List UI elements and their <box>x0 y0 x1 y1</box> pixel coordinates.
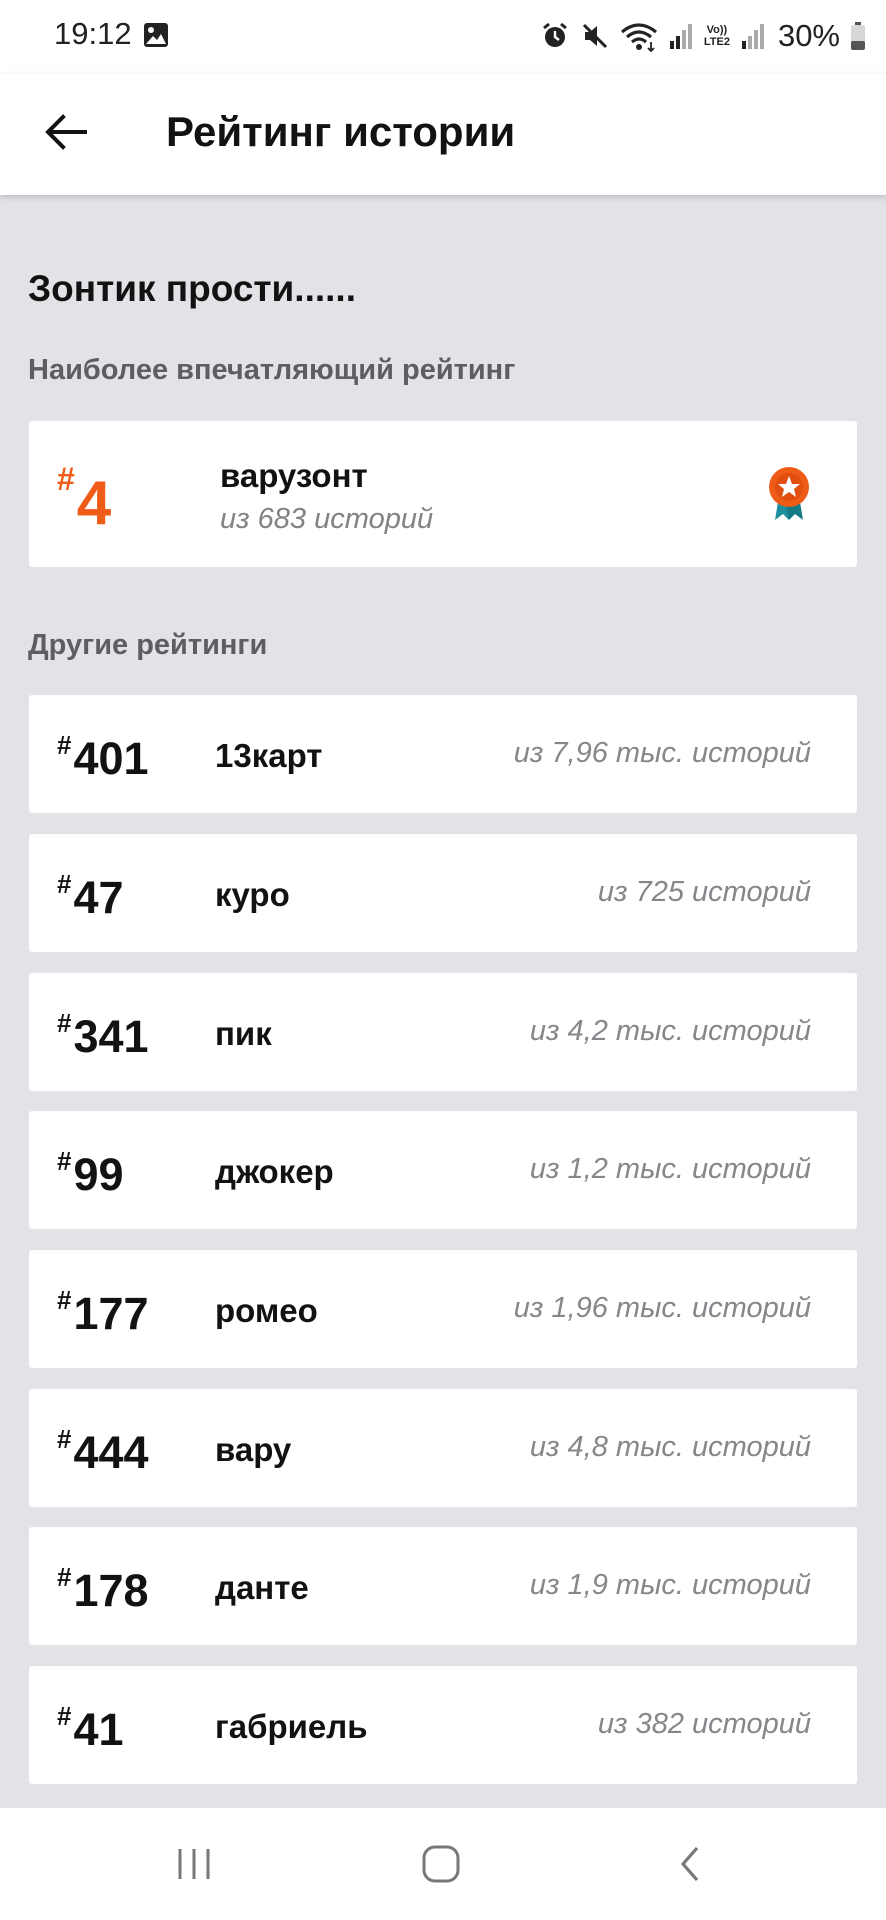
status-icons: Vo)) LTE2 30% <box>540 14 866 58</box>
ranking-row[interactable]: #341 пик из 4,2 тыс. историй <box>29 973 857 1091</box>
highlight-rank: # 4 <box>57 461 112 538</box>
tag-name: пик <box>215 1015 272 1052</box>
tag-name: джокер <box>215 1153 334 1190</box>
rank: #178 <box>57 1562 149 1616</box>
rank: #47 <box>57 869 124 923</box>
gallery-notification-icon <box>144 23 168 47</box>
back-chevron-icon <box>680 1846 699 1882</box>
rank: #99 <box>57 1146 124 1200</box>
ranking-row[interactable]: #444 вару из 4,8 тыс. историй <box>29 1389 857 1507</box>
medal-star-icon <box>769 467 809 520</box>
story-count: из 1,2 тыс. историй <box>529 1153 811 1185</box>
status-time: 19:12 <box>54 16 132 51</box>
tag-name: 13карт <box>215 737 323 774</box>
tag-name: габриель <box>215 1708 368 1745</box>
tag-name: данте <box>215 1569 309 1606</box>
battery-percentage: 30% <box>777 18 840 53</box>
home-icon <box>422 1845 460 1883</box>
story-count: из 7,96 тыс. историй <box>513 737 811 769</box>
story-count: из 382 историй <box>597 1708 811 1740</box>
rank: #341 <box>57 1008 149 1062</box>
arrow-left-icon <box>45 114 87 150</box>
highlight-ranking-card[interactable]: # 4 варузонт из 683 историй <box>29 421 857 567</box>
signal-2-icon <box>741 24 764 49</box>
rank: #41 <box>57 1701 124 1755</box>
tag-name: вару <box>215 1431 292 1468</box>
recents-icon <box>178 1849 210 1879</box>
volte-indicator: Vo)) LTE2 <box>703 24 730 48</box>
recents-button[interactable] <box>154 1836 234 1892</box>
ranking-row[interactable]: #401 13карт из 7,96 тыс. историй <box>29 695 857 813</box>
story-count: из 1,9 тыс. историй <box>529 1569 811 1601</box>
highlight-story-count: из 683 историй <box>220 503 434 535</box>
tag-name: куро <box>215 876 290 913</box>
story-count: из 725 историй <box>597 876 811 908</box>
highlight-rank-number: 4 <box>76 469 112 538</box>
battery-icon <box>851 22 865 50</box>
mute-icon <box>582 23 607 49</box>
alarm-icon <box>542 22 567 47</box>
other-rankings-label: Другие рейтинги <box>28 629 268 661</box>
system-back-button[interactable] <box>650 1836 730 1892</box>
rank: #401 <box>57 730 149 784</box>
ranking-row[interactable]: #41 габриель из 382 историй <box>29 1666 857 1784</box>
signal-1-icon <box>669 24 692 49</box>
story-count: из 4,2 тыс. историй <box>529 1015 811 1047</box>
home-button[interactable] <box>401 1836 481 1892</box>
ranking-row[interactable]: #47 куро из 725 историй <box>29 834 857 952</box>
story-count: из 1,96 тыс. историй <box>513 1292 811 1324</box>
page-title: Рейтинг истории <box>166 108 516 155</box>
highlight-section-label: Наиболее впечатляющий рейтинг <box>28 354 516 386</box>
system-nav-bar <box>0 1808 886 1920</box>
rank: #177 <box>57 1285 149 1339</box>
tag-name: ромео <box>215 1292 318 1329</box>
app-bar: Рейтинг истории <box>0 74 886 195</box>
back-button[interactable] <box>38 104 94 160</box>
story-title: Зонтик прости...... <box>28 268 356 309</box>
highlight-tag-name: варузонт <box>220 457 368 494</box>
ranking-row[interactable]: #178 данте из 1,9 тыс. историй <box>29 1527 857 1645</box>
rank: #444 <box>57 1424 149 1478</box>
story-count: из 4,8 тыс. историй <box>529 1431 811 1463</box>
ranking-row[interactable]: #99 джокер из 1,2 тыс. историй <box>29 1111 857 1229</box>
wifi-icon <box>620 23 657 52</box>
ranking-row[interactable]: #177 ромео из 1,96 тыс. историй <box>29 1250 857 1368</box>
status-bar: 19:12 Vo)) LTE2 30% <box>0 0 886 74</box>
